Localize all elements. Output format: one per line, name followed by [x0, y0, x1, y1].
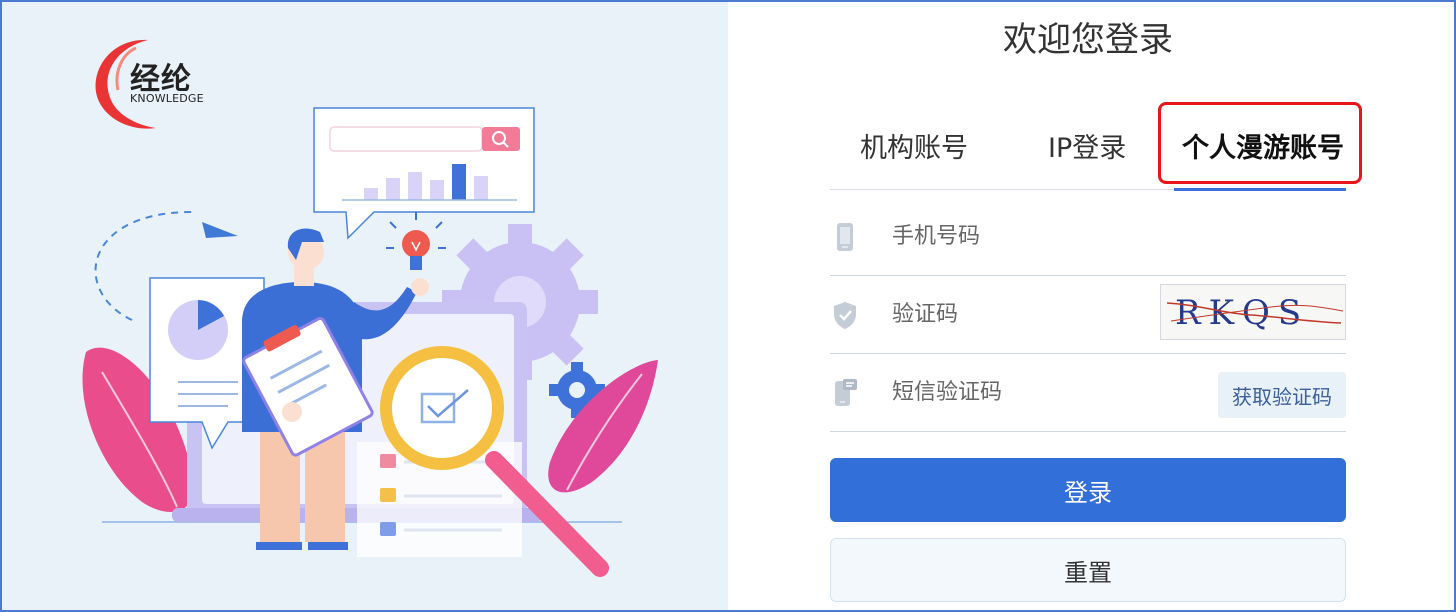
captcha-field-row: RKQS: [830, 276, 1346, 354]
logo: 经纶 KNOWLEDGE: [88, 32, 228, 132]
get-sms-code-button[interactable]: 获取验证码: [1218, 372, 1346, 418]
logo-english-text: KNOWLEDGE: [130, 92, 204, 105]
captcha-input[interactable]: [892, 292, 1192, 336]
login-panel: 欢迎您登录 机构账号 IP登录 个人漫游账号 RKQS: [728, 2, 1454, 610]
sms-code-input[interactable]: [892, 370, 1192, 414]
login-tabs: 机构账号 IP登录 个人漫游账号: [830, 122, 1346, 191]
phone-input[interactable]: [892, 214, 1192, 258]
sms-phone-icon: [835, 379, 857, 406]
tab-personal-roaming-account[interactable]: 个人漫游账号: [1182, 122, 1344, 176]
active-tab-indicator: [1174, 188, 1346, 191]
illustration-panel: 经纶 KNOWLEDGE: [2, 2, 728, 610]
phone-icon: [837, 223, 853, 251]
shield-icon: [834, 302, 856, 329]
captcha-image[interactable]: RKQS: [1160, 284, 1346, 340]
reset-button[interactable]: 重置: [830, 538, 1346, 602]
captcha-noise-lines: [1166, 302, 1344, 324]
phone-field-row: [830, 198, 1346, 276]
sms-code-field-row: 获取验证码: [830, 354, 1346, 432]
page-title: 欢迎您登录: [1003, 20, 1173, 60]
login-button[interactable]: 登录: [830, 458, 1346, 522]
tab-ip-login[interactable]: IP登录: [1048, 122, 1126, 176]
tab-institution-account[interactable]: 机构账号: [860, 122, 968, 176]
